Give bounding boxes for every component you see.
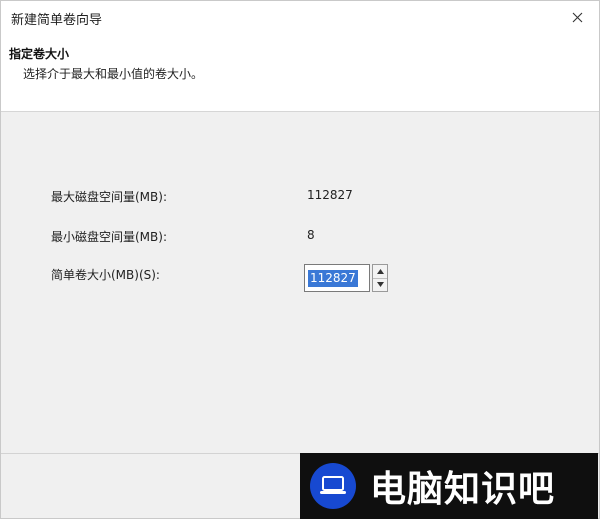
volume-size-label: 简单卷大小(MB)(S): [51,268,160,282]
max-space-value: 112827 [307,188,353,202]
min-space-label: 最小磁盘空间量(MB): [51,230,167,244]
page-heading: 指定卷大小 [9,47,70,61]
close-button[interactable] [563,5,591,29]
volume-size-value: 112827 [308,269,358,287]
watermark-text: 电脑知识吧 [370,469,556,510]
triangle-up-icon [376,269,384,274]
volume-size-stepper[interactable]: 112827 [304,264,388,294]
stepper-buttons [372,264,388,292]
wizard-content: 最大磁盘空间量(MB): 112827 最小磁盘空间量(MB): 8 简单卷大小… [1,112,599,452]
wizard-header: 新建简单卷向导 指定卷大小 选择介于最大和最小值的卷大小。 [1,1,599,112]
window-title: 新建简单卷向导 [11,13,103,28]
close-icon [572,12,582,22]
stepper-down-button[interactable] [373,278,387,291]
triangle-down-icon [376,282,384,287]
min-space-value: 8 [307,228,315,242]
max-space-label: 最大磁盘空间量(MB): [51,190,167,204]
page-subheading: 选择介于最大和最小值的卷大小。 [23,67,204,81]
laptop-icon [320,476,346,494]
stepper-up-button[interactable] [373,265,387,279]
watermark-logo [310,463,356,509]
watermark-banner: 电脑知识吧 [300,453,598,519]
volume-size-input[interactable]: 112827 [304,264,370,292]
wizard-window: 新建简单卷向导 指定卷大小 选择介于最大和最小值的卷大小。 最大磁盘空间量(MB… [0,0,600,519]
